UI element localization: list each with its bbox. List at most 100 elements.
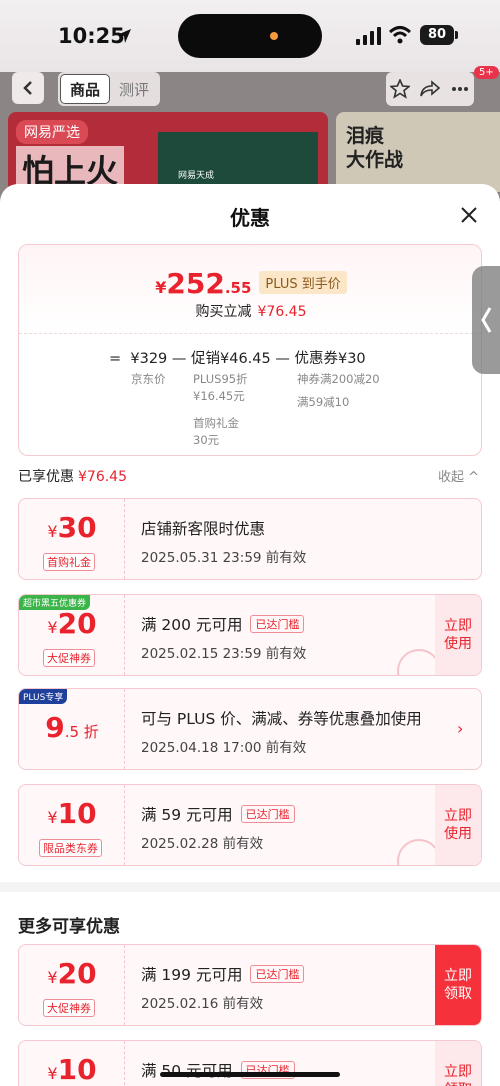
price-currency: ¥ — [155, 278, 167, 297]
coupon-card[interactable]: ¥20 大促神券 超市黑五优惠券 满 200 元可用 已达门槛 2025.02.1… — [18, 594, 482, 676]
coupon-type: 首购礼金 — [43, 553, 95, 571]
coupon-currency: ¥ — [47, 522, 58, 541]
chevron-right-icon[interactable]: › — [457, 719, 463, 738]
coupon-currency: ¥ — [47, 808, 58, 827]
header-actions — [386, 72, 474, 106]
coupon-title-text: 满 59 元可用 — [141, 806, 233, 824]
button-line: 领取 — [435, 1081, 481, 1086]
sheet-title: 优惠 — [230, 206, 270, 230]
button-line: 立即 — [444, 808, 472, 824]
secondary-banner-text: 泪痕 大作战 — [346, 124, 403, 172]
formula-jd-price: ¥329 — [130, 351, 168, 367]
product-tabs: 商品 测评 — [58, 72, 160, 106]
coupon-amount: ¥20 — [19, 957, 125, 990]
coupon-title: 满 199 元可用 已达门槛 — [141, 963, 305, 985]
coupon-validity: 2025.05.31 23:59 前有效 — [141, 550, 307, 566]
coupon-type: 限品类东券 — [39, 839, 102, 857]
battery-indicator: 80 — [420, 25, 454, 45]
coupon-type: 大促神券 — [43, 649, 95, 667]
coupon-currency: ¥ — [47, 1064, 58, 1083]
coupon-ribbon: 超市黑五优惠券 — [19, 595, 91, 610]
coupon-title-text: 满 50 元可用 — [141, 1062, 233, 1080]
coupon-amount: ¥10 — [19, 1053, 125, 1086]
formula-promo: 促销¥46.45 — [191, 351, 271, 367]
formula-equals: = — [109, 351, 122, 367]
star-icon[interactable] — [390, 79, 411, 99]
secondary-banner[interactable]: 泪痕 大作战 — [336, 112, 500, 192]
coupon-card[interactable]: ¥30 首购礼金 店铺新客限时优惠 2025.05.31 23:59 前有效 — [18, 498, 482, 580]
discount-sheet: 优惠 ¥252.55 PLUS 到手价 购买立减 ¥76.45 = ¥329 — 促… — [0, 184, 500, 1086]
button-line: 使用 — [444, 636, 472, 652]
summary-divider — [19, 333, 481, 334]
cellular-signal-icon — [356, 27, 381, 45]
back-button[interactable] — [12, 72, 44, 104]
available-coupon-card[interactable]: ¥20 大促神券 满 199 元可用 已达门槛 2025.02.16 前有效 立即… — [18, 944, 482, 1026]
price-decimal: .55 — [224, 279, 252, 297]
coupon-validity: 2025.02.15 23:59 前有效 — [141, 646, 307, 662]
product-box-image — [158, 132, 318, 192]
coupon-left: ¥10 — [19, 1041, 125, 1086]
coupon-validity: 2025.04.18 17:00 前有效 — [141, 740, 307, 756]
threshold-tag: 已达门槛 — [240, 805, 295, 823]
coupon-validity: 2025.02.16 前有效 — [141, 996, 264, 1012]
collapse-button[interactable]: 收起 ^ — [438, 466, 479, 485]
coupon-title-text: 满 200 元可用 — [141, 616, 243, 634]
coupon-amount-value: 10 — [57, 797, 97, 830]
promo-detail-line: 首购礼金 — [193, 416, 239, 430]
coupon-title: 满 59 元可用 已达门槛 — [141, 803, 295, 825]
secondary-banner-line2: 大作战 — [346, 149, 404, 171]
side-drawer-handle[interactable] — [472, 266, 500, 374]
coupon-ribbon: PLUS专享 — [19, 689, 68, 704]
coupon-title: 可与 PLUS 价、满减、券等优惠叠加使用 — [141, 710, 422, 728]
coupon-title: 满 200 元可用 已达门槛 — [141, 613, 305, 635]
share-icon[interactable] — [419, 79, 441, 99]
dynamic-island — [178, 14, 322, 58]
status-bar: 10:25 80 — [0, 0, 500, 72]
available-coupon-card[interactable]: ¥10 满 50 元可用已达门槛 立即领取 — [18, 1040, 482, 1086]
final-price: ¥252.55 PLUS 到手价 — [19, 267, 481, 300]
price-summary-card: ¥252.55 PLUS 到手价 购买立减 ¥76.45 = ¥329 — 促销¥4… — [18, 244, 482, 456]
message-badge: 5+ — [474, 66, 499, 79]
promo-detail-line: ¥16.45元 — [193, 389, 245, 403]
button-line: 使用 — [444, 826, 472, 842]
coupon-title: 店铺新客限时优惠 — [141, 520, 266, 538]
coupon-title: 满 50 元可用 已达门槛 — [141, 1059, 295, 1081]
enjoyed-discount: 已享优惠 ¥76.45 — [18, 466, 127, 486]
use-coupon-button[interactable]: 立即 使用 — [435, 595, 481, 675]
claim-coupon-button[interactable]: 立即领取 — [435, 1041, 481, 1086]
battery-cap — [455, 31, 458, 39]
close-icon[interactable] — [458, 204, 480, 226]
coupon-left: ¥20 大促神券 — [19, 945, 125, 1025]
button-line: 立即 — [444, 618, 472, 634]
tab-product[interactable]: 商品 — [60, 74, 110, 104]
formula-coupon: 优惠券¥30 — [294, 351, 366, 367]
coupon-currency: ¥ — [47, 618, 58, 637]
price-integer: 252 — [166, 267, 225, 300]
coupon-title-text: 满 199 元可用 — [141, 966, 243, 984]
formula-minus: — — [171, 351, 187, 367]
formula-minus: — — [275, 351, 290, 367]
use-coupon-button[interactable]: 立即 使用 — [435, 785, 481, 865]
coupon-amount: ¥10 — [19, 797, 125, 830]
promo-detail-line: 30元 — [193, 433, 220, 447]
coupon-card[interactable]: 9.5 折 PLUS专享 可与 PLUS 价、满减、券等优惠叠加使用 2025.… — [18, 688, 482, 770]
coupon-left: ¥30 首购礼金 — [19, 499, 125, 579]
promo-detail: PLUS95折 ¥16.45元 首购礼金 30元 — [193, 371, 248, 449]
enjoyed-value: ¥76.45 — [78, 469, 127, 485]
button-line: 立即 — [444, 1064, 472, 1080]
status-time: 10:25 — [58, 24, 125, 48]
coupon-currency: ¥ — [47, 968, 58, 987]
more-icon[interactable] — [450, 79, 470, 99]
claim-coupon-button[interactable]: 立即领取 — [435, 945, 481, 1025]
tab-review[interactable]: 测评 — [110, 74, 158, 104]
promo-banner[interactable]: 网易严选 网易天成 怕上火 — [8, 112, 328, 192]
promo-detail-line: PLUS95折 — [193, 372, 248, 386]
coupon-amount-decimal: .5 折 — [64, 723, 99, 741]
reduction-label: 购买立减 — [195, 304, 252, 320]
coupon-amount-value: 20 — [57, 957, 97, 990]
coupon-amount: ¥20 — [19, 607, 125, 640]
coupon-card[interactable]: ¥10 限品类东券 满 59 元可用 已达门槛 2025.02.28 前有效 立即… — [18, 784, 482, 866]
jd-price-label: 京东价 — [131, 372, 166, 386]
coupon-amount: 9.5 折 — [19, 711, 125, 744]
home-indicator[interactable] — [160, 1072, 340, 1077]
